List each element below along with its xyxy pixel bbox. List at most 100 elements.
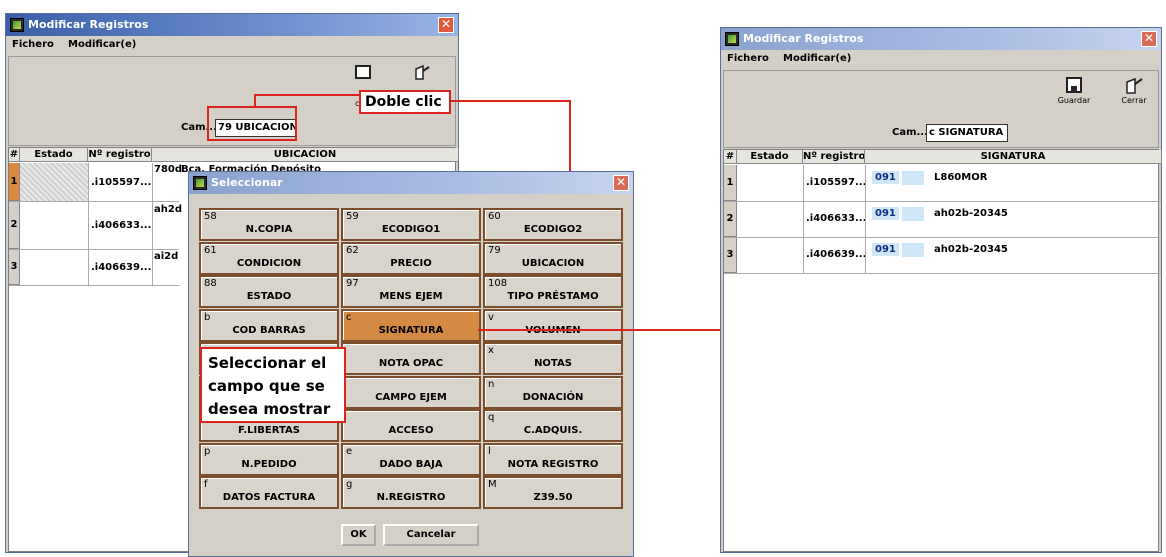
grid-line — [724, 201, 1162, 202]
signatura-subfield[interactable] — [902, 243, 924, 257]
registro-cell[interactable]: .i105597... — [806, 177, 866, 188]
signatura-value[interactable]: L860MOR — [934, 172, 987, 183]
menu-modificar[interactable]: Modificar(e) — [68, 39, 136, 50]
field-button-n-registro[interactable]: g N.REGISTRO — [341, 476, 481, 509]
close-button[interactable]: ✕ — [613, 175, 629, 191]
field-button-cod-barras[interactable]: b COD BARRAS — [199, 309, 339, 342]
field-button-n-pedido[interactable]: p N.PEDIDO — [199, 443, 339, 476]
cerrar-button[interactable]: Cerrar — [1114, 75, 1154, 117]
field-button-estado[interactable]: 88 ESTADO — [199, 275, 339, 308]
col-header-estado[interactable]: Estado — [20, 148, 88, 162]
row-number[interactable]: 1 — [9, 163, 20, 201]
menu-fichero[interactable]: Fichero — [12, 39, 54, 50]
ubicacion-code[interactable]: ah2d — [154, 204, 182, 215]
close-button[interactable]: ✕ — [1141, 31, 1157, 47]
field-code: g — [346, 479, 353, 490]
field-button-ecodigo2[interactable]: 60 ECODIGO2 — [483, 208, 623, 241]
highlight-campo-box — [207, 106, 297, 141]
col-header-registro[interactable]: Nº registro — [88, 148, 152, 162]
field-button-tipo-pr-stamo[interactable]: 108 TIPO PRÉSTAMO — [483, 275, 623, 308]
ubicacion-code[interactable]: ai2d — [154, 251, 178, 262]
title-bar[interactable]: Modificar Registros ✕ — [6, 14, 458, 36]
field-button-nota-opac[interactable]: NOTA OPAC — [341, 342, 481, 375]
field-code: c — [346, 312, 352, 323]
field-button-signatura[interactable]: c SIGNATURA — [341, 309, 481, 342]
field-button-mens-ejem[interactable]: 97 MENS EJEM — [341, 275, 481, 308]
signatura-tag[interactable]: 091 — [872, 207, 899, 220]
close-button[interactable]: ✕ — [438, 17, 454, 33]
grid-line — [9, 201, 179, 202]
cerrar-label: Cerrar — [1121, 96, 1147, 105]
registro-cell[interactable]: .i406633... — [806, 213, 866, 224]
field-label: CAMPO EJEM — [375, 392, 447, 403]
col-header-num[interactable]: # — [9, 148, 20, 162]
save-icon[interactable] — [355, 65, 371, 79]
signatura-subfield[interactable] — [902, 207, 924, 221]
ubicacion-code[interactable]: 780d — [154, 164, 182, 175]
field-label: NOTAS — [534, 358, 572, 369]
field-button-ecodigo1[interactable]: 59 ECODIGO1 — [341, 208, 481, 241]
field-button-n-copia[interactable]: 58 N.COPIA — [199, 208, 339, 241]
col-header-signatura[interactable]: SIGNATURA — [865, 150, 1162, 164]
field-label: DATOS FACTURA — [222, 492, 316, 503]
field-button-nota-registro[interactable]: l NOTA REGISTRO — [483, 443, 623, 476]
row-number[interactable]: 2 — [724, 201, 737, 237]
registro-cell[interactable]: .i406633... — [91, 220, 151, 231]
signatura-subfield[interactable] — [902, 171, 924, 185]
signatura-value[interactable]: ah02b-20345 — [934, 244, 1008, 255]
col-header-registro[interactable]: Nº registro — [803, 150, 865, 164]
field-button-datos-factura[interactable]: f DATOS FACTURA — [199, 476, 339, 509]
row-number[interactable]: 1 — [724, 165, 737, 201]
col-header-num[interactable]: # — [724, 150, 737, 164]
field-button-campo-ejem[interactable]: CAMPO EJEM — [341, 376, 481, 409]
field-button-precio[interactable]: 62 PRECIO — [341, 242, 481, 275]
field-button-acceso[interactable]: ACCESO — [341, 409, 481, 442]
field-code: 97 — [346, 278, 359, 289]
grid-line — [152, 163, 153, 285]
row-number[interactable]: 3 — [724, 237, 737, 273]
signatura-tag[interactable]: 091 — [872, 171, 899, 184]
menu-fichero[interactable]: Fichero — [727, 53, 769, 64]
field-label: ACCESO — [388, 425, 434, 436]
field-code: 62 — [346, 245, 359, 256]
estado-cell-selected[interactable] — [20, 163, 88, 201]
campo-field[interactable]: c SIGNATURA — [926, 124, 1008, 142]
field-button-donaci-n[interactable]: n DONACIÓN — [483, 376, 623, 409]
close-door-icon[interactable] — [413, 63, 431, 81]
field-code: M — [488, 479, 497, 490]
cancel-button[interactable]: Cancelar — [383, 524, 479, 546]
toolbar-area: Guardar Cerrar Cam... c SIGNATURA — [723, 70, 1159, 148]
field-label: ECODIGO2 — [523, 224, 583, 235]
field-button-ubicacion[interactable]: 79 UBICACION — [483, 242, 623, 275]
field-code: b — [204, 312, 211, 323]
col-header-estado[interactable]: Estado — [737, 150, 803, 164]
field-button-condicion[interactable]: 61 CONDICION — [199, 242, 339, 275]
field-button-z39-50[interactable]: M Z39.50 — [483, 476, 623, 509]
field-code: 58 — [204, 211, 217, 222]
close-door-icon — [1124, 75, 1144, 95]
field-button-dado-baja[interactable]: e DADO BAJA — [341, 443, 481, 476]
col-header-ubicacion[interactable]: UBICACION — [152, 148, 459, 162]
row-number[interactable]: 3 — [9, 249, 20, 285]
field-code: 88 — [204, 278, 217, 289]
ok-button[interactable]: OK — [341, 524, 376, 546]
campo-label: Cam... — [892, 127, 928, 138]
row-number[interactable]: 2 — [9, 201, 20, 249]
field-button-notas[interactable]: x NOTAS — [483, 342, 623, 375]
grid-line — [803, 165, 804, 273]
field-code: 59 — [346, 211, 359, 222]
signatura-tag[interactable]: 091 — [872, 243, 899, 256]
guardar-button[interactable]: Guardar — [1054, 77, 1094, 117]
field-button-volumen[interactable]: vVOLUMEN — [483, 309, 623, 342]
title-bar[interactable]: Modificar Registros ✕ — [721, 28, 1161, 50]
registro-cell[interactable]: .i406639... — [806, 249, 866, 260]
field-code: 79 — [488, 245, 501, 256]
field-button-c-adquis[interactable]: q C.ADQUIS. — [483, 409, 623, 442]
menu-modificar[interactable]: Modificar(e) — [783, 53, 851, 64]
grid-line — [88, 163, 89, 285]
signatura-value[interactable]: ah02b-20345 — [934, 208, 1008, 219]
callout-seleccionar-campo: Seleccionar el campo que se desea mostra… — [200, 347, 346, 423]
title-bar[interactable]: Seleccionar ✕ — [189, 172, 633, 194]
registro-cell[interactable]: .i406639... — [91, 262, 151, 273]
registro-cell[interactable]: .i105597... — [91, 177, 151, 188]
